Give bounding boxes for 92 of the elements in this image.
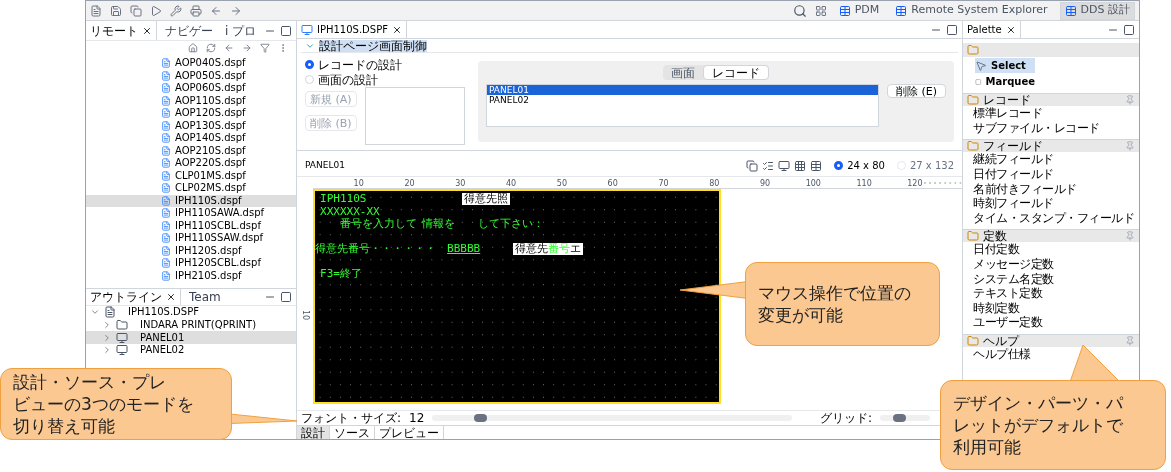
palette-item[interactable]: 時刻定数 — [963, 300, 1139, 316]
palette-item[interactable]: システム名定数 — [963, 271, 1139, 286]
grid-label: グリッド: — [819, 410, 872, 427]
ruler-label: 120 — [871, 180, 923, 188]
tree-item[interactable]: IPH110S.DSPF — [86, 306, 296, 319]
ruler-label: 70 — [617, 180, 669, 188]
file-item[interactable]: IPH210S.dspf — [86, 269, 296, 282]
record-name: PANEL01 — [305, 158, 345, 172]
palette-item[interactable]: サブファイル・レコード — [963, 120, 1139, 136]
screen-field[interactable]: 得意先照 — [462, 193, 511, 205]
file-item[interactable]: CLP01MS.dspf — [86, 169, 296, 182]
delete-button[interactable]: 削除 (E) — [886, 84, 946, 98]
radio-option[interactable]: レコードの設計 — [305, 57, 470, 72]
view-tab[interactable]: i プロ — [221, 21, 261, 40]
view-tab[interactable]: ナビゲー — [161, 21, 217, 40]
screen-field[interactable]: 得意先番号・・・・・・ — [315, 243, 436, 255]
screen-field[interactable]: BBBBB — [447, 243, 481, 255]
perspective-button[interactable]: DDS 設計 — [1059, 1, 1135, 20]
screen-field[interactable]: XXXXXX-XX — [320, 205, 380, 218]
screen-field[interactable]: 得意先番号エ — [513, 243, 584, 255]
ruler-label: 60 — [567, 180, 618, 188]
callout: マウス操作で位置の 変更が可能 — [745, 262, 940, 346]
radio-option[interactable]: 24 x 80 — [834, 158, 885, 173]
segment-tab[interactable]: 画面 — [663, 65, 703, 80]
file-item[interactable]: AOP130S.dspf — [86, 119, 296, 132]
screen-field[interactable]: 情報を — [421, 218, 455, 230]
tree-item[interactable]: INDARA PRINT(QPRINT) — [86, 318, 296, 332]
view-tab[interactable]: アウトライン — [86, 289, 181, 305]
palette-item[interactable]: 時刻フィールド — [963, 195, 1139, 211]
palette-item[interactable]: ヘルプ仕様 — [963, 346, 1139, 362]
palette-tool[interactable]: Select — [975, 58, 1035, 73]
palette-item[interactable]: タイム・スタンプ・フィールド — [963, 210, 1139, 226]
font-size-value: 12 — [409, 410, 425, 427]
record-item[interactable]: PANEL02 — [487, 95, 878, 105]
file-item[interactable]: IPH110SAWA.dspf — [86, 207, 296, 220]
palette-item[interactable]: 継続フィールド — [963, 152, 1139, 167]
screen-field[interactable]: IPH110S — [320, 193, 367, 205]
file-item[interactable]: AOP220S.dspf — [86, 157, 296, 170]
palette-item[interactable]: ユーザー定数 — [963, 315, 1139, 330]
file-item[interactable]: AOP120S.dspf — [86, 107, 296, 120]
callout: 設計・ソース・プレ ビューの3つのモードを 切り替え可能 — [0, 368, 232, 440]
ruler-label: 80 — [668, 180, 720, 188]
file-item[interactable]: IPH110S.dspf — [86, 194, 296, 207]
file-item[interactable]: AOP140S.dspf — [86, 132, 296, 145]
tree-item[interactable]: PANEL02 — [86, 344, 296, 357]
file-item[interactable]: AOP050S.dspf — [86, 69, 296, 82]
ruler-label: 40 — [465, 180, 517, 188]
palette-group-header[interactable]: 定数 — [963, 229, 1139, 243]
palette-item[interactable]: 日付フィールド — [963, 166, 1139, 182]
palette-item[interactable]: 日付定数 — [963, 242, 1139, 257]
screen-field[interactable]: 番号を入力して — [340, 218, 418, 230]
section-title[interactable]: 設計ページ画面制御 — [319, 39, 427, 52]
palette-item[interactable]: テキスト定数 — [963, 285, 1139, 301]
font-size-label: フォント・サイズ: — [301, 410, 402, 427]
palette-group-header[interactable]: レコード — [963, 93, 1139, 106]
record-list[interactable]: PANEL01 PANEL02 — [486, 84, 879, 127]
file-item[interactable]: CLP02MS.dspf — [86, 182, 296, 195]
ruler-label: 50 — [516, 180, 567, 188]
file-item[interactable]: AOP040S.dspf — [86, 57, 296, 70]
screen-field[interactable]: F3= — [320, 268, 340, 280]
perspective-button[interactable]: Remote System Explorer — [891, 1, 1052, 20]
file-item[interactable]: AOP060S.dspf — [86, 82, 296, 95]
radio-option[interactable]: 画面の設計 — [305, 72, 470, 87]
ruler-label: 10 — [300, 309, 311, 321]
palette-group-header[interactable]: フィールド — [963, 139, 1139, 153]
mode-tab[interactable]: 設計 — [297, 426, 330, 439]
file-item[interactable]: IPH120SCBL.dspf — [86, 257, 296, 270]
segment-tab[interactable]: レコード — [703, 65, 769, 80]
ruler-label: 90 — [719, 180, 771, 188]
file-item[interactable]: AOP210S.dspf — [86, 144, 296, 157]
view-tab[interactable]: Team — [185, 289, 225, 305]
file-item[interactable]: AOP110S.dspf — [86, 94, 296, 107]
view-tab[interactable]: Palette — [963, 21, 1021, 38]
file-item[interactable]: IPH120S.dspf — [86, 244, 296, 257]
file-item[interactable]: IPH110SSAW.dspf — [86, 232, 296, 245]
palette-group-header[interactable]: ヘルプ — [963, 333, 1139, 347]
screen-canvas[interactable]: IPH110S 得意先照 XXXXXX-XX 番号を入力して 情報を して下さい： 得意先番号・・・・・・ BBBBB 得意先番号エ F3=終了 — [313, 189, 721, 404]
ruler-label: 30 — [414, 180, 466, 188]
ruler-label: 110 — [820, 180, 872, 188]
file-item[interactable]: IPH110SCBL.dspf — [86, 219, 296, 232]
palette-item[interactable]: メッセージ定数 — [963, 256, 1139, 272]
perspective-button[interactable]: PDM — [834, 1, 884, 20]
screen-field[interactable]: 終了 — [340, 268, 363, 280]
tree-item[interactable]: PANEL01 — [86, 331, 296, 345]
palette-item[interactable]: 名前付きフィールド — [963, 181, 1139, 196]
palette-item[interactable]: 標準レコード — [963, 106, 1139, 121]
ruler-label: 10 — [313, 180, 364, 188]
ruler-label: 20 — [363, 180, 415, 188]
screen-field[interactable]: して下さい： — [477, 218, 544, 230]
record-item[interactable]: PANEL01 — [487, 85, 878, 95]
palette-tool[interactable]: Marquee — [975, 74, 1035, 89]
ruler-label: 100 — [770, 180, 821, 188]
